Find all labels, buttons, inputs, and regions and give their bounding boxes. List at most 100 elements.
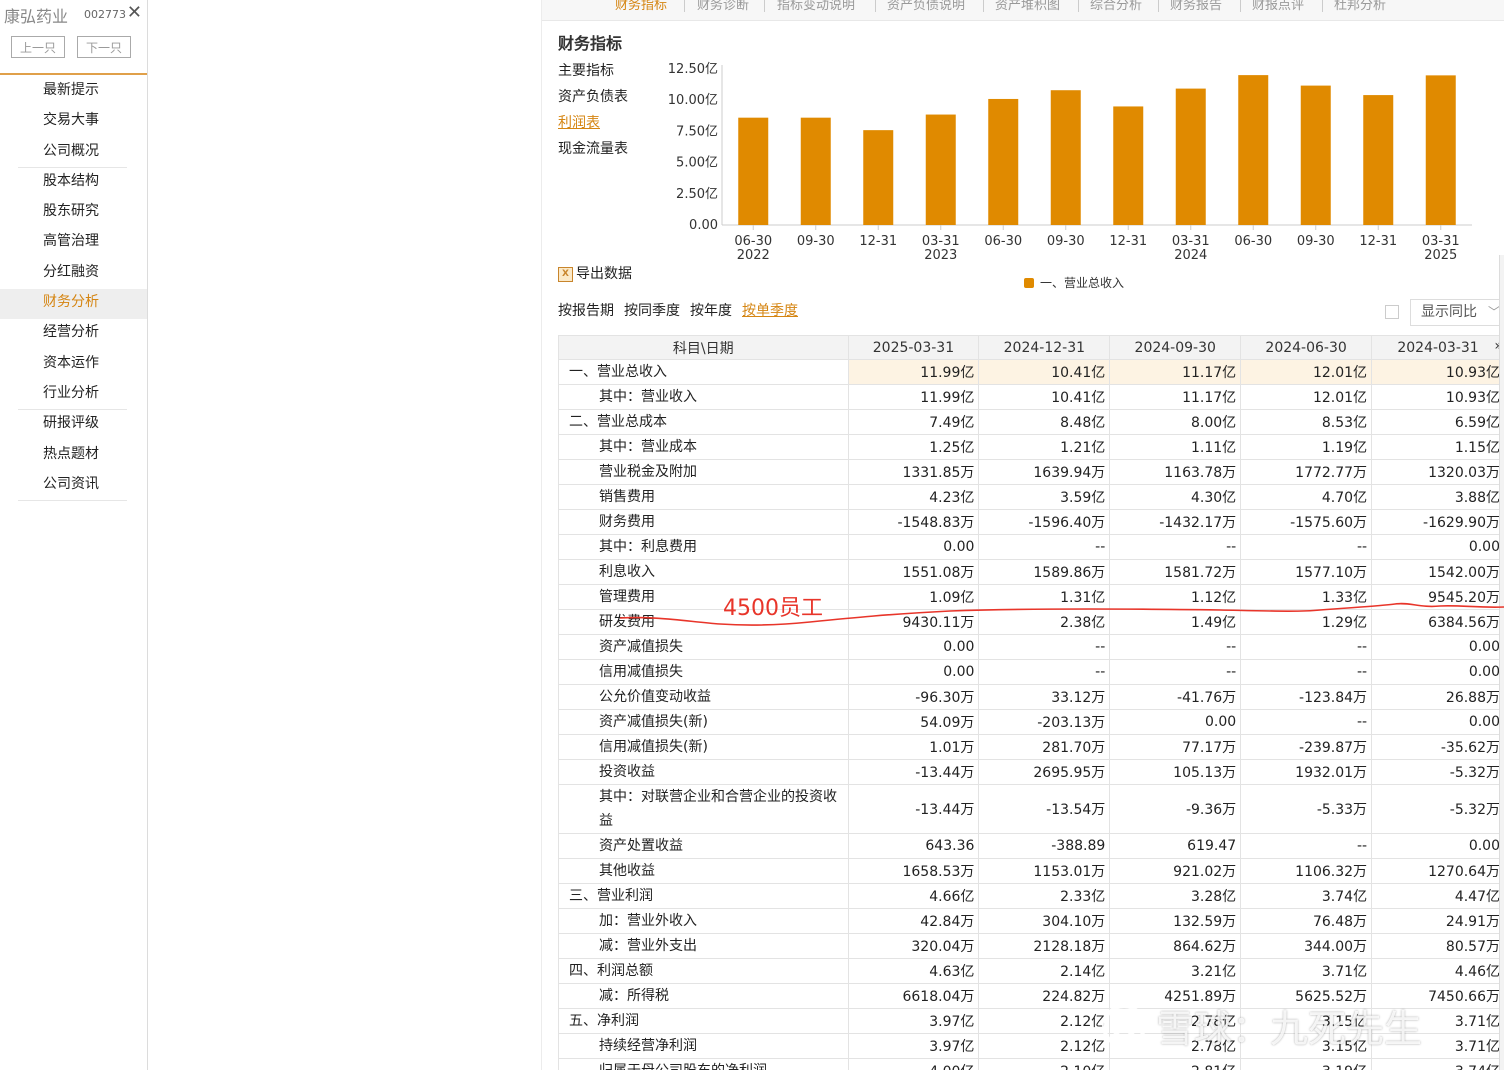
column-header-date[interactable]: 2025-03-31 [847, 335, 980, 360]
main-panel: 财务指标 财务诊断 指标变动说明 资产负债说明 资产堆积图 综合分析 财务报告 财报点评 杜邦分… [541, 0, 1504, 1070]
yoy-checkbox[interactable] [1385, 305, 1399, 319]
legend-swatch [1024, 278, 1034, 288]
cell-value: 26.88万 [1371, 684, 1504, 710]
column-header-date[interactable]: 2024-06-30 [1240, 335, 1373, 360]
cell-value: -239.87万 [1240, 734, 1373, 760]
sidebar-divider [0, 73, 147, 75]
tab[interactable]: 资产负债说明 [887, 0, 965, 13]
cell-value: -- [1109, 634, 1242, 660]
cell-value: 4.63亿 [847, 958, 980, 984]
cell-value: -- [1240, 833, 1373, 859]
cell-value: 3.88亿 [1371, 484, 1504, 510]
sidebar-item[interactable]: 股东研究 [0, 198, 147, 228]
period-filter[interactable]: 按同季度 [624, 300, 680, 320]
tab[interactable]: 综合分析 [1090, 0, 1142, 13]
sidebar-item[interactable]: 分红融资 [0, 259, 147, 289]
section-title: 财务指标 [558, 34, 623, 53]
cell-value: 1589.86万 [978, 559, 1111, 585]
tab[interactable]: 杜邦分析 [1334, 0, 1386, 13]
cell-value: 12.01亿 [1240, 359, 1373, 385]
prev-stock-button[interactable]: 上一只 [11, 36, 65, 58]
cell-value: -1548.83万 [847, 509, 980, 535]
x-tick-label: 06-30 [1234, 234, 1272, 249]
sidebar-item[interactable]: 行业分析 [0, 380, 147, 411]
row-label: 归属于母公司股东的净利润 [558, 1058, 849, 1070]
top-tabs: 财务指标 财务诊断 指标变动说明 资产负债说明 资产堆积图 综合分析 财务报告 财报点评 杜邦分… [542, 0, 1504, 21]
export-data-button[interactable]: X 导出数据 [558, 263, 632, 283]
row-label: 持续经营净利润 [558, 1033, 849, 1059]
row-label: 信用减值损失 [558, 659, 849, 685]
cell-value: 1320.03万 [1371, 459, 1504, 485]
yoy-select[interactable]: 显示同比 ﹀ [1410, 299, 1504, 326]
sidebar-item[interactable]: 公司资讯 [0, 471, 147, 502]
table-row: 其他收益 1658.53万 1153.01万 921.02万 1106.32万 1270.… [558, 858, 1504, 884]
row-label: 资产减值损失(新) [558, 709, 849, 735]
x-tick-label: 2023 [924, 248, 957, 263]
cell-value: 6618.04万 [847, 983, 980, 1009]
column-header-date[interactable]: 2024-03-31 [1371, 335, 1504, 360]
cell-value: 3.19亿 [1240, 1058, 1373, 1070]
statement-nav-item[interactable]: 利润表 [558, 112, 600, 132]
cell-value: 2.14亿 [978, 958, 1111, 984]
cell-value: 0.00 [847, 534, 980, 560]
bar [1050, 90, 1081, 225]
sidebar-item[interactable]: 财务分析 [0, 289, 147, 320]
tab[interactable]: 财报点评 [1252, 0, 1304, 13]
statement-nav-item[interactable]: 主要指标 [558, 60, 614, 80]
x-tick-label: 06-30 [734, 234, 772, 249]
sidebar-item[interactable]: 最新提示 [0, 77, 147, 107]
cell-value: 8.53亿 [1240, 409, 1373, 435]
sidebar-item[interactable]: 高管治理 [0, 228, 147, 258]
cell-value: 10.93亿 [1371, 384, 1504, 410]
statement-nav-item[interactable]: 资产负债表 [558, 86, 628, 106]
sidebar-item[interactable]: 研报评级 [0, 410, 147, 440]
statement-nav-item[interactable]: 现金流量表 [558, 138, 628, 158]
sidebar-item[interactable]: 股本结构 [0, 168, 147, 198]
cell-value: 1551.08万 [847, 559, 980, 585]
cell-value: -13.44万 [847, 784, 980, 834]
period-filter[interactable]: 按年度 [690, 300, 732, 320]
cell-value: 1153.01万 [978, 858, 1111, 884]
cell-value: 1.19亿 [1240, 434, 1373, 460]
cell-value: 0.00 [1371, 634, 1504, 660]
row-label: 营业税金及附加 [558, 459, 849, 485]
tab[interactable]: 财务诊断 [697, 0, 749, 13]
sidebar-item[interactable]: 公司概况 [0, 138, 147, 169]
tab[interactable]: 指标变动说明 [777, 0, 855, 13]
tab[interactable]: 财务指标 [615, 0, 667, 13]
period-filter[interactable]: 按单季度 [742, 300, 798, 320]
tab-separator [684, 0, 685, 12]
cell-value: 1639.94万 [978, 459, 1111, 485]
cell-value: 0.00 [1371, 659, 1504, 685]
period-filter[interactable]: 按报告期 [558, 300, 614, 320]
next-stock-button[interactable]: 下一只 [77, 36, 131, 58]
sidebar-item[interactable]: 资本运作 [0, 350, 147, 380]
bar [1300, 85, 1331, 225]
cell-value: -1629.90万 [1371, 509, 1504, 535]
cell-value: 1658.53万 [847, 858, 980, 884]
column-header-date[interactable]: 2024-12-31 [978, 335, 1111, 360]
table-row: 三、营业利润 4.66亿 2.33亿 3.28亿 3.74亿 4.47亿 [558, 883, 1504, 909]
cell-value: 76.48万 [1240, 908, 1373, 934]
bar [863, 130, 894, 225]
sidebar-item[interactable]: 经营分析 [0, 319, 147, 349]
row-label: 其中：营业成本 [558, 434, 849, 460]
cell-value: 1.01万 [847, 734, 980, 760]
sidebar-item[interactable]: 热点题材 [0, 441, 147, 471]
x-tick-label: 09-30 [797, 234, 835, 249]
tab[interactable]: 资产堆积图 [995, 0, 1060, 13]
cell-value: 4.66亿 [847, 883, 980, 909]
cell-value: 11.17亿 [1109, 384, 1242, 410]
column-header-date[interactable]: 2024-09-30 [1109, 335, 1242, 360]
x-tick-label: 03-31 [1422, 234, 1460, 249]
stock-header: 康弘药业 002773 ✕ [4, 2, 144, 26]
table-row: 四、利润总额 4.63亿 2.14亿 3.21亿 3.71亿 4.46亿 [558, 958, 1504, 984]
sidebar-item[interactable]: 交易大事 [0, 107, 147, 137]
row-label: 其中：对联营企业和合营企业的投资收益 [558, 784, 849, 834]
scrollbar-track[interactable] [1499, 255, 1504, 1070]
cell-value: 4.23亿 [847, 484, 980, 510]
tab[interactable]: 财务报告 [1170, 0, 1222, 13]
close-icon[interactable]: ✕ [127, 2, 142, 23]
cell-value: 1581.72万 [1109, 559, 1242, 585]
cell-value: -123.84万 [1240, 684, 1373, 710]
